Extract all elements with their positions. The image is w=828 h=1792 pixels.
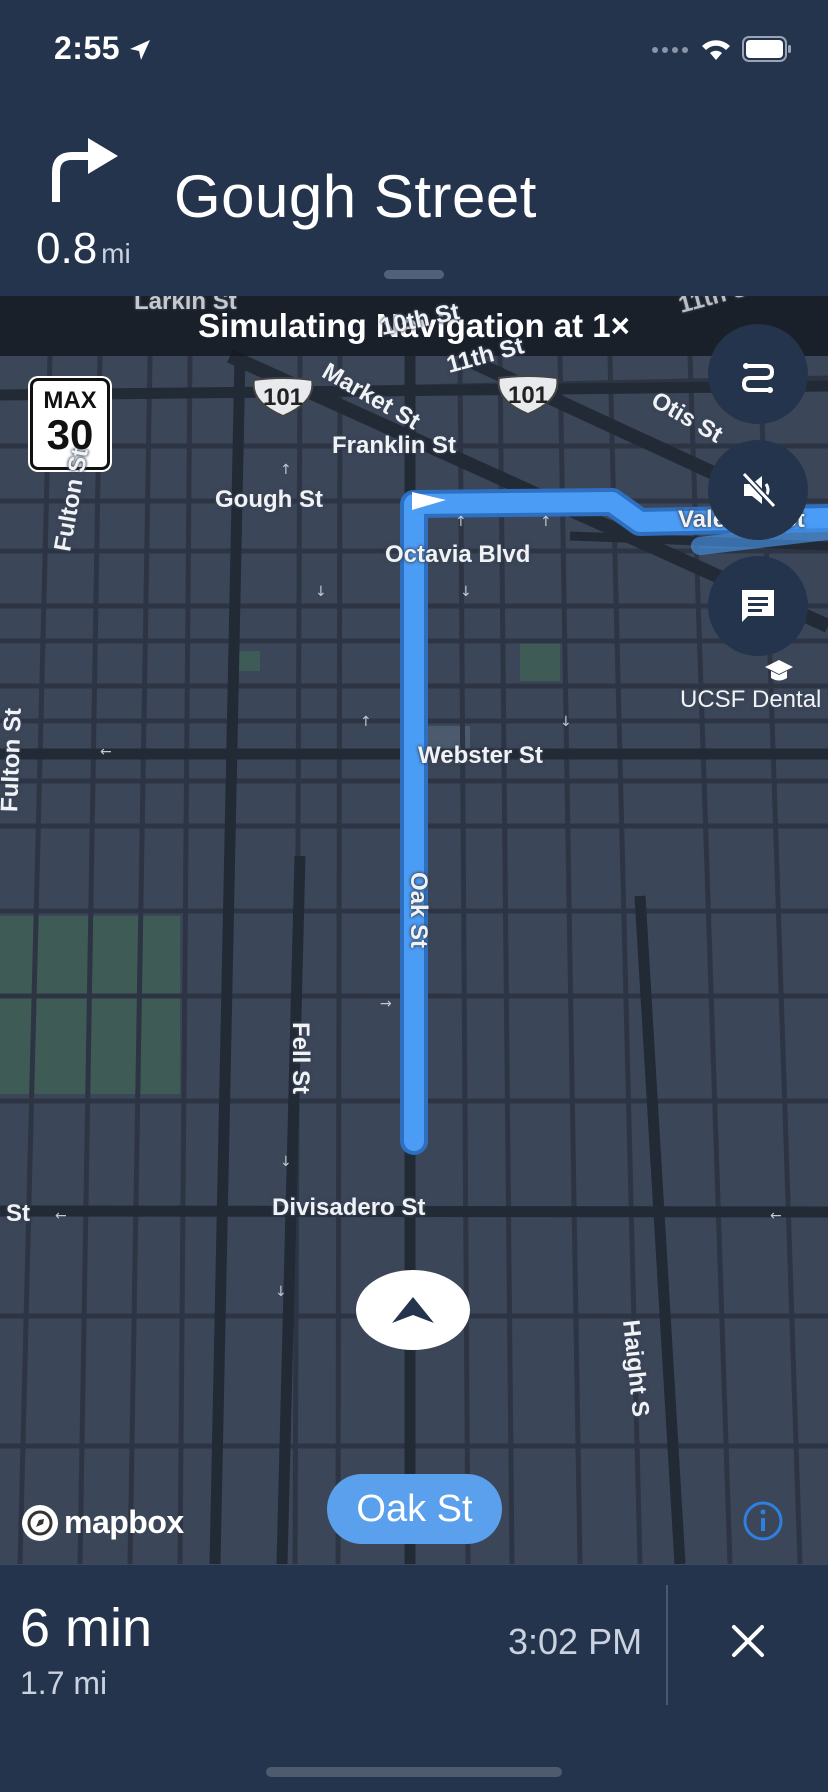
navigation-arrow-icon (392, 1297, 434, 1323)
speed-limit-label: MAX (43, 387, 97, 414)
highway-shield: 101 (495, 374, 561, 416)
battery-icon (742, 36, 791, 62)
banner-grabber-handle[interactable] (384, 270, 444, 279)
svg-text:↑: ↑ (455, 514, 467, 530)
info-icon[interactable] (742, 1500, 784, 1542)
instruction-banner[interactable]: 0.8 mi Gough Street (0, 100, 828, 296)
mute-button[interactable] (708, 440, 808, 540)
svg-text:↓: ↓ (560, 714, 572, 730)
street-label-divisadero: Divisadero St (272, 1194, 426, 1221)
graduation-cap-icon (765, 660, 793, 681)
remaining-time: 6 min (20, 1598, 153, 1658)
svg-text:↑: ↑ (540, 514, 552, 530)
map-view[interactable]: ↑ ↑ ↑ ↓ ↓ ↑ ↓ ← ↓ → ↑ ↓ ← ← Simulating N… (0, 296, 828, 1564)
user-location-puck (356, 1270, 470, 1350)
street-label-fulton-left: Fulton St (0, 707, 27, 813)
trip-summary-bar[interactable]: 6 min 1.7 mi 3:02 PM (0, 1564, 828, 1792)
feedback-button[interactable] (708, 556, 808, 656)
svg-text:↑: ↑ (280, 462, 292, 478)
turn-right-icon (52, 138, 118, 202)
close-icon (732, 1625, 764, 1657)
street-label-larkin: Larkin St (134, 296, 237, 315)
street-label-left: St (6, 1200, 30, 1227)
mapbox-logo[interactable]: mapbox (22, 1504, 184, 1541)
maneuver-distance: 0.8 mi (36, 224, 131, 274)
arrival-time: 3:02 PM (508, 1621, 643, 1662)
svg-text:↑: ↑ (360, 714, 372, 730)
divider (666, 1585, 668, 1705)
end-navigation-button[interactable] (718, 1611, 778, 1671)
distance-value: 0.8 (36, 224, 98, 273)
status-bar: 2:55 (0, 0, 828, 100)
svg-text:↓: ↓ (315, 584, 327, 600)
mapbox-icon (22, 1504, 58, 1541)
mapbox-wordmark: mapbox (64, 1504, 184, 1540)
highway-shield: 101 (250, 376, 316, 418)
wifi-icon (702, 40, 730, 60)
svg-text:↓: ↓ (280, 1154, 292, 1170)
highway-shield-number: 101 (507, 382, 549, 409)
highway-shield-number: 101 (262, 384, 304, 411)
status-time: 2:55 (54, 30, 121, 66)
distance-unit: mi (101, 238, 131, 269)
street-label-gough: Gough St (215, 486, 323, 513)
street-label-fell: Fell St (287, 1021, 315, 1095)
street-label-webster: Webster St (418, 742, 543, 769)
route-overview-icon (741, 363, 775, 393)
svg-text:→: → (380, 996, 392, 1012)
home-indicator[interactable] (266, 1767, 562, 1777)
feedback-icon (742, 590, 774, 622)
next-street-name: Gough Street (174, 163, 537, 230)
location-arrow-icon (130, 40, 150, 60)
current-road-label: Oak St (327, 1474, 502, 1544)
route-overview-button[interactable] (708, 324, 808, 424)
street-label-octavia: Octavia Blvd (385, 541, 531, 568)
cellular-signal-icon (652, 47, 688, 53)
svg-text:←: ← (55, 1208, 67, 1224)
svg-text:←: ← (100, 744, 112, 760)
street-label-oak: Oak St (405, 871, 433, 949)
remaining-distance: 1.7 mi (20, 1665, 108, 1701)
mute-icon (741, 471, 777, 509)
svg-text:↓: ↓ (460, 584, 472, 600)
svg-text:↓: ↓ (275, 1284, 287, 1300)
street-label-franklin: Franklin St (332, 432, 457, 459)
street-label-ucsf: UCSF Dental S (680, 686, 828, 713)
svg-text:←: ← (770, 1208, 782, 1224)
